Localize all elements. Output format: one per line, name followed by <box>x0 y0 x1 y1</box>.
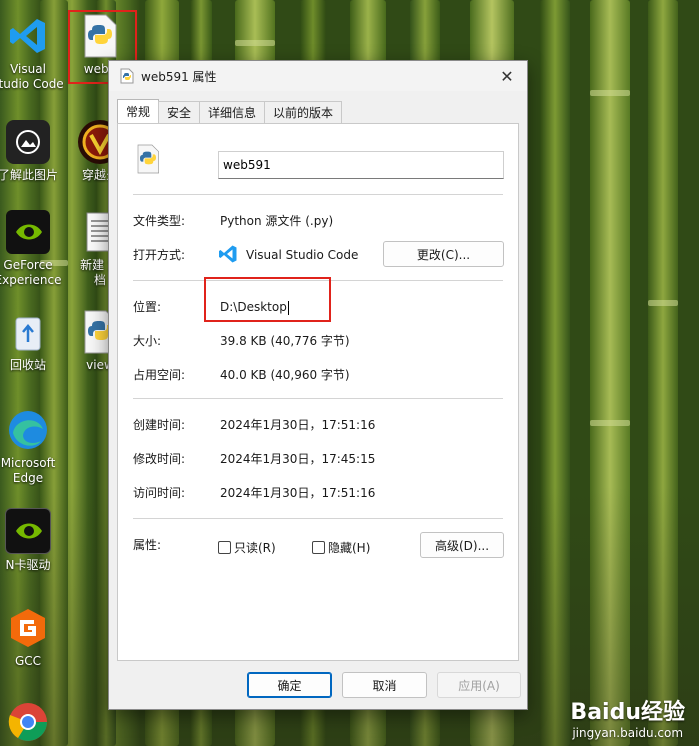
title-bar[interactable]: web591 属性 ✕ <box>109 61 527 91</box>
watermark-url: jingyan.baidu.com <box>572 726 684 740</box>
size-value: 39.8 KB (40,776 字节) <box>220 334 350 348</box>
disk-size-label: 占用空间: <box>133 368 186 382</box>
hidden-checkbox[interactable]: 隐藏(H) <box>312 538 370 556</box>
properties-dialog: web591 属性 ✕ 常规 安全 详细信息 以前的版本 文件类型: Pytho… <box>108 60 528 710</box>
divider <box>133 518 503 519</box>
file-type-value: Python 源文件 (.py) <box>220 214 334 228</box>
general-panel: 文件类型: Python 源文件 (.py) 打开方式: Visual Stud… <box>117 123 519 661</box>
modified-label: 修改时间: <box>133 452 186 466</box>
open-with-value: Visual Studio Code <box>246 248 359 262</box>
modified-value: 2024年1月30日，17:45:15 <box>220 452 376 466</box>
watermark-brand: Baidu经验 <box>570 700 685 725</box>
tab-strip: 常规 安全 详细信息 以前的版本 <box>117 99 343 124</box>
desktop-icon-nvidia-driver[interactable]: N卡驱动 <box>0 508 64 573</box>
created-value: 2024年1月30日，17:51:16 <box>220 418 376 432</box>
python-file-icon <box>137 144 159 174</box>
advanced-button[interactable]: 高级(D)... <box>420 532 504 558</box>
readonly-checkbox[interactable]: 只读(R) <box>218 538 276 556</box>
location-label: 位置: <box>133 300 162 314</box>
gcc-icon <box>6 606 50 650</box>
highlight-box-location <box>204 277 331 322</box>
desktop-icon-image-search[interactable]: 了解此图片 <box>0 120 64 183</box>
desktop-icon-vscode[interactable]: Visual studio Code <box>0 14 64 92</box>
tab-security[interactable]: 安全 <box>158 101 201 124</box>
dialog-title: web591 属性 <box>141 69 217 84</box>
tab-previous-versions[interactable]: 以前的版本 <box>264 101 343 124</box>
open-with-label: 打开方式: <box>133 248 186 262</box>
desktop-icon-geforce[interactable]: GeForce Experience <box>0 210 64 288</box>
apply-button[interactable]: 应用(A) <box>437 672 521 698</box>
tab-details[interactable]: 详细信息 <box>199 101 266 124</box>
desktop-icon-edge[interactable]: Microsoft Edge <box>0 408 64 486</box>
watermark: Baidu经验 jingyan.baidu.com <box>570 694 685 740</box>
tab-general[interactable]: 常规 <box>117 99 160 124</box>
checkbox-box <box>312 540 325 554</box>
file-name-input[interactable] <box>218 151 504 179</box>
vscode-icon <box>219 245 237 263</box>
cancel-button[interactable]: 取消 <box>342 672 427 698</box>
close-button[interactable]: ✕ <box>487 61 527 91</box>
desktop-icon-chrome[interactable] <box>0 700 64 748</box>
ok-button[interactable]: 确定 <box>247 672 332 698</box>
accessed-value: 2024年1月30日，17:51:16 <box>220 486 376 500</box>
edge-icon <box>6 408 50 452</box>
accessed-label: 访问时间: <box>133 486 186 500</box>
nvidia-icon <box>6 210 50 254</box>
close-icon: ✕ <box>500 66 514 86</box>
created-label: 创建时间: <box>133 418 186 432</box>
vscode-icon <box>6 14 50 58</box>
python-file-icon <box>120 68 134 84</box>
disk-size-value: 40.0 KB (40,960 字节) <box>220 368 350 382</box>
nvidia-icon <box>5 508 51 554</box>
divider <box>133 398 503 399</box>
change-button[interactable]: 更改(C)... <box>383 241 504 267</box>
divider <box>133 194 503 195</box>
attributes-label: 属性: <box>133 538 162 552</box>
checkbox-box <box>218 540 231 554</box>
size-label: 大小: <box>133 334 162 348</box>
file-type-label: 文件类型: <box>133 214 186 228</box>
chrome-icon <box>6 700 50 744</box>
desktop-icon-recycle-bin[interactable]: 回收站 <box>0 310 64 373</box>
recycle-bin-icon <box>6 310 50 354</box>
desktop-icon-gcc[interactable]: GCC <box>0 606 64 669</box>
camera-icon <box>6 120 50 164</box>
